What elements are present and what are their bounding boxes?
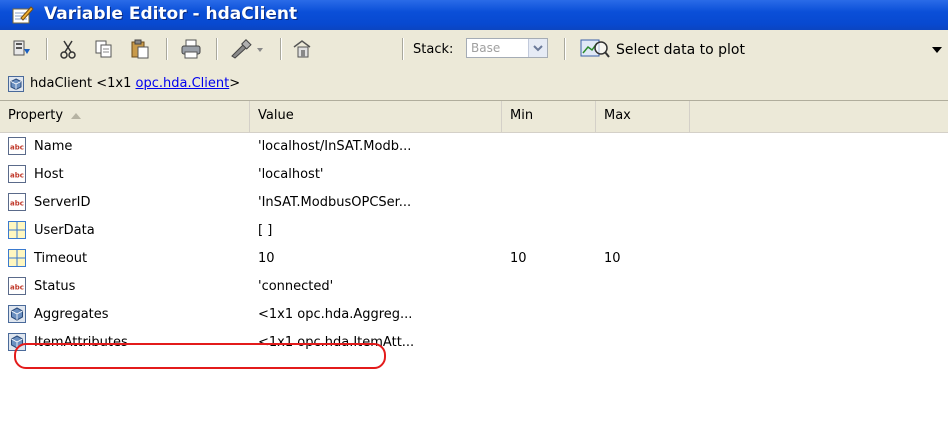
variable-editor-window: Variable Editor - hdaClient Stack: Base … — [0, 0, 948, 430]
variable-suffix: > — [229, 76, 241, 91]
variable-name-prefix: hdaClient <1x1 — [30, 76, 136, 91]
property-table: Property Value Min Max abc Name 'localho… — [0, 101, 948, 430]
table-row[interactable]: abc Name 'localhost/InSAT.Modb... — [0, 133, 948, 161]
property-value[interactable]: 'localhost' — [258, 161, 324, 189]
property-name: Name — [34, 139, 73, 154]
string-type-icon: abc — [8, 165, 26, 185]
title-bar[interactable]: Variable Editor - hdaClient — [0, 0, 948, 30]
property-value[interactable]: 10 — [258, 245, 275, 273]
property-max: 10 — [604, 251, 621, 266]
table-body: abc Name 'localhost/InSAT.Modb... abc Ho… — [0, 133, 948, 357]
plot-selector-icon — [580, 37, 610, 63]
table-row[interactable]: UserData [ ] — [0, 217, 948, 245]
string-type-icon: abc — [8, 137, 26, 157]
import-data-icon[interactable] — [10, 37, 34, 61]
window-title: Variable Editor - hdaClient — [44, 4, 298, 24]
table-header: Property Value Min Max — [0, 101, 948, 133]
column-header-max[interactable]: Max — [596, 101, 690, 132]
table-row[interactable]: Timeout 10 10 10 — [0, 245, 948, 273]
cut-icon[interactable] — [56, 37, 80, 61]
property-min: 10 — [510, 251, 527, 266]
svg-text:abc: abc — [10, 172, 24, 180]
property-header-label: Property — [8, 108, 64, 123]
plot-label: Select data to plot — [616, 42, 745, 58]
value-header-label: Value — [258, 108, 294, 123]
paste-icon[interactable] — [128, 37, 152, 61]
numeric-array-icon — [8, 249, 26, 269]
string-type-icon: abc — [8, 277, 26, 297]
new-variable-icon[interactable] — [290, 37, 314, 61]
toolbar-separator — [216, 38, 218, 60]
toolbar-separator — [166, 38, 168, 60]
string-type-icon: abc — [8, 193, 26, 213]
print-icon[interactable] — [178, 37, 204, 61]
table-row[interactable]: Aggregates <1x1 opc.hda.Aggreg... — [0, 301, 948, 329]
property-name: Timeout — [34, 251, 88, 266]
property-name: Aggregates — [34, 307, 109, 322]
svg-text:abc: abc — [10, 284, 24, 292]
toolbar: Stack: Base Select data to plot — [0, 30, 948, 69]
class-link[interactable]: opc.hda.Client — [136, 76, 230, 91]
svg-text:abc: abc — [10, 144, 24, 152]
property-value[interactable]: 'connected' — [258, 273, 333, 301]
variable-editor-icon — [12, 5, 34, 25]
object-icon — [8, 76, 24, 96]
max-header-label: Max — [604, 108, 631, 123]
stack-label: Stack: — [413, 42, 454, 57]
min-header-label: Min — [510, 108, 534, 123]
property-name: UserData — [34, 223, 95, 238]
sort-ascending-icon — [71, 112, 82, 119]
toolbar-separator — [280, 38, 282, 60]
table-row[interactable]: abc Host 'localhost' — [0, 161, 948, 189]
column-header-property[interactable]: Property — [0, 101, 250, 132]
select-data-to-plot-button[interactable]: Select data to plot — [580, 38, 745, 62]
column-header-value[interactable]: Value — [250, 101, 502, 132]
column-header-empty — [690, 101, 948, 132]
property-name: Status — [34, 279, 76, 294]
svg-text:abc: abc — [10, 200, 24, 208]
toolbar-separator — [402, 38, 404, 60]
property-value[interactable]: 'InSAT.ModbusOPCSer... — [258, 189, 411, 217]
table-row[interactable]: abc ServerID 'InSAT.ModbusOPCSer... — [0, 189, 948, 217]
variable-bar: hdaClient <1x1 opc.hda.Client> — [0, 68, 948, 101]
plot-dropdown-arrow-icon[interactable] — [932, 47, 942, 53]
status-row-highlight — [14, 343, 386, 369]
chevron-down-icon[interactable] — [528, 39, 547, 57]
property-name: ServerID — [34, 195, 91, 210]
copy-icon[interactable] — [92, 37, 116, 61]
column-header-min[interactable]: Min — [502, 101, 596, 132]
property-name: Host — [34, 167, 64, 182]
table-row[interactable]: abc Status 'connected' — [0, 273, 948, 301]
property-value[interactable]: 'localhost/InSAT.Modb... — [258, 133, 411, 161]
brush-icon[interactable] — [228, 37, 268, 61]
stack-dropdown[interactable]: Base — [466, 38, 548, 58]
toolbar-separator — [46, 38, 48, 60]
variable-descriptor: hdaClient <1x1 opc.hda.Client> — [30, 76, 240, 91]
property-value[interactable]: <1x1 opc.hda.Aggreg... — [258, 301, 412, 329]
stack-value: Base — [471, 41, 501, 55]
toolbar-separator — [564, 38, 566, 60]
object-type-icon — [8, 305, 26, 325]
numeric-array-icon — [8, 221, 26, 241]
property-value[interactable]: [ ] — [258, 217, 272, 245]
